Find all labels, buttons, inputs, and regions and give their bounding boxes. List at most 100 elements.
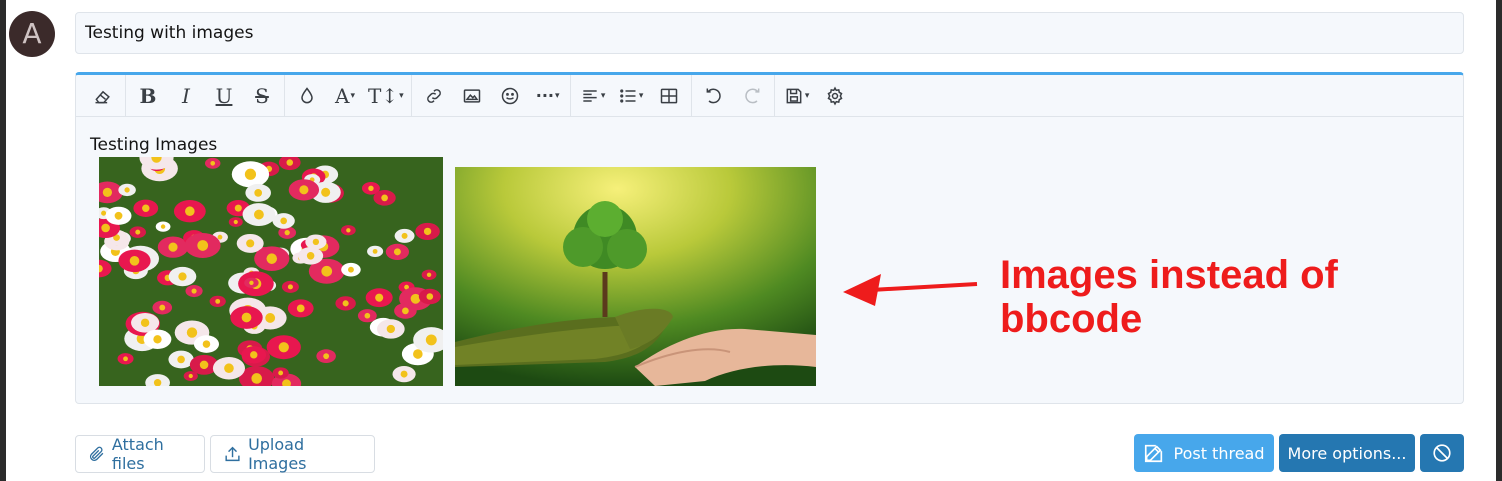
flower-shape <box>418 288 441 305</box>
underline-icon[interactable]: U <box>209 80 239 112</box>
flower-shape <box>231 161 270 188</box>
flower-shape <box>305 234 327 250</box>
flower-shape <box>241 346 267 364</box>
ban-icon <box>1433 444 1451 462</box>
caret-icon: ▾ <box>554 90 560 101</box>
undo-icon[interactable] <box>699 80 729 112</box>
rich-text-editor: B I U S A ▾ T↕ ▾ ··· ▾ ▾ ▾ ▾ Testing Ima… <box>75 72 1464 404</box>
flower-shape <box>173 200 206 223</box>
flower-shape <box>394 302 417 319</box>
flower-shape <box>212 357 246 380</box>
text-color-icon[interactable] <box>292 80 322 112</box>
tree-in-hands-image <box>455 167 816 386</box>
flower-shape <box>193 335 219 353</box>
upload-images-label: Upload Images <box>248 435 307 473</box>
link-icon[interactable] <box>419 80 449 112</box>
flower-shape <box>394 228 415 243</box>
thread-title-input[interactable] <box>75 12 1464 54</box>
font-size-glyph: T↕ <box>368 83 399 108</box>
avatar[interactable]: A <box>9 11 55 57</box>
flower-shape <box>287 299 314 318</box>
flower-shape <box>155 221 171 232</box>
annotation-line-2: bbcode <box>1000 297 1143 341</box>
annotation-text: Images instead of bbcode <box>1000 253 1338 341</box>
toolbar-separator <box>569 75 571 117</box>
flower-shape <box>385 243 410 260</box>
settings-icon[interactable] <box>820 80 850 112</box>
flower-shape <box>272 213 295 229</box>
caret-icon: ▾ <box>350 90 355 101</box>
toolbar-separator <box>690 75 692 117</box>
font-family-glyph: A <box>335 83 350 108</box>
flower-shape <box>272 367 289 379</box>
flower-shape <box>242 203 276 227</box>
table-icon[interactable] <box>654 80 684 112</box>
flower-shape <box>288 179 320 201</box>
flower-shape <box>341 225 356 236</box>
editor-content[interactable]: Testing Images Images instead of bbcode <box>76 117 1463 403</box>
flower-shape <box>152 300 173 315</box>
redo-icon[interactable] <box>737 80 767 112</box>
drafts-icon[interactable]: ▾ <box>782 80 812 112</box>
flower-shape <box>117 353 134 365</box>
flower-shape <box>184 232 221 258</box>
flower-shape <box>392 365 416 383</box>
editor-toolbar: B I U S A ▾ T↕ ▾ ··· ▾ ▾ ▾ ▾ <box>76 75 1463 117</box>
more-icon[interactable]: ··· ▾ <box>533 80 563 112</box>
red-arrow-icon <box>843 274 978 306</box>
flower-shape <box>185 285 203 298</box>
edit-icon <box>1145 444 1163 463</box>
flower-shape <box>365 288 393 308</box>
editor-text: Testing Images <box>90 135 218 155</box>
more-glyph: ··· <box>535 86 554 105</box>
emoji-icon[interactable] <box>495 80 525 112</box>
post-thread-label: Post thread <box>1173 443 1265 463</box>
flower-shape <box>129 226 146 238</box>
flower-shape <box>341 262 361 277</box>
paperclip-icon <box>89 446 104 461</box>
flower-shape <box>266 335 301 360</box>
flower-shape <box>373 190 396 206</box>
toolbar-separator <box>773 75 775 117</box>
toolbar-separator <box>125 75 126 117</box>
flower-shape <box>298 247 324 265</box>
flower-shape <box>230 306 263 329</box>
cancel-button[interactable] <box>1420 434 1464 472</box>
font-size-icon[interactable]: T↕ ▾ <box>368 80 404 112</box>
flower-shape <box>105 206 132 225</box>
flower-shape <box>281 280 299 293</box>
font-family-icon[interactable]: A ▾ <box>330 80 360 112</box>
flower-shape <box>316 349 336 363</box>
flower-shape <box>168 266 197 287</box>
post-thread-button[interactable]: Post thread <box>1134 434 1274 472</box>
more-options-button[interactable]: More options... <box>1279 434 1415 472</box>
flower-shape <box>254 246 290 271</box>
toolbar-separator <box>410 75 412 117</box>
flower-shape <box>245 183 271 202</box>
flowers-image <box>99 157 443 386</box>
flower-shape <box>131 312 160 333</box>
flower-shape <box>415 222 440 240</box>
italic-icon[interactable]: I <box>171 80 201 112</box>
annotation-line-1: Images instead of <box>1000 253 1338 297</box>
flower-shape <box>367 245 384 257</box>
caret-icon: ▾ <box>600 90 606 101</box>
strikethrough-icon[interactable]: S <box>247 80 277 112</box>
upload-icon <box>225 446 240 462</box>
align-icon[interactable]: ▾ <box>578 80 608 112</box>
caret-icon: ▾ <box>399 90 404 101</box>
list-icon[interactable]: ▾ <box>616 80 646 112</box>
flower-shape <box>143 329 172 349</box>
flower-shape <box>376 319 405 339</box>
attach-files-label: Attach files <box>111 435 164 473</box>
attach-files-button[interactable]: Attach files <box>75 435 205 473</box>
caret-icon: ▾ <box>638 90 644 101</box>
upload-images-button[interactable]: Upload Images <box>210 435 375 473</box>
flower-shape <box>133 199 159 217</box>
flower-shape <box>357 309 377 323</box>
eraser-icon[interactable] <box>88 80 118 112</box>
image-icon[interactable] <box>457 80 487 112</box>
flower-shape <box>244 277 259 288</box>
toolbar-separator <box>284 75 285 117</box>
bold-icon[interactable]: B <box>133 80 163 112</box>
